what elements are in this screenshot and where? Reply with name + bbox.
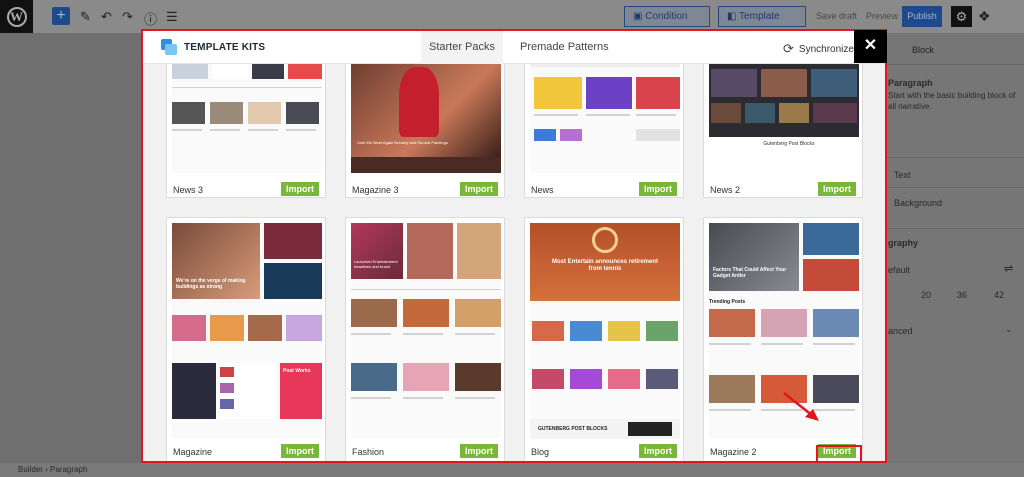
synchronize-label: Synchronize <box>798 43 854 55</box>
template-thumbnail: Factors That Could Affect Your Gadget An… <box>709 223 859 439</box>
condition-label: Condition <box>645 11 688 22</box>
sidebar-divider <box>886 157 1024 158</box>
template-thumbnail: We're on the verge of making buildings a… <box>172 223 322 439</box>
tab-premade-patterns[interactable]: Premade Patterns <box>506 31 623 64</box>
sidebar-typography-title: graphy <box>888 238 919 248</box>
undo-icon[interactable]: ↶ <box>101 9 112 25</box>
template-card-magazine-3[interactable]: Until We Meet Again Dreamy And Surreal P… <box>345 64 505 198</box>
template-name: News <box>531 185 554 195</box>
modal-header: TEMPLATE KITS Starter Packs Premade Patt… <box>143 30 887 64</box>
font-size-option-1[interactable]: 20 <box>921 290 931 300</box>
import-button[interactable]: Import <box>281 444 319 458</box>
thumb-headline: Factors That Could Affect Your Gadget An… <box>713 267 787 279</box>
template-name: Fashion <box>352 447 385 457</box>
chevron-down-icon[interactable]: ⌄ <box>1005 324 1013 335</box>
synchronize-button[interactable]: ⟳ Synchronize <box>783 41 854 57</box>
thumb-headline: Most Entertain announces retirement from… <box>551 259 659 272</box>
template-name: Magazine <box>173 447 213 457</box>
sidebar-advanced-title[interactable]: anced <box>888 326 913 336</box>
template-grid[interactable]: News 3 Import Until We Meet Again Dreamy… <box>143 64 885 461</box>
template-kits-logo-icon <box>161 39 177 55</box>
breadcrumb-item[interactable]: Paragraph <box>50 465 87 474</box>
template-thumbnail: Until We Meet Again Dreamy And Surreal P… <box>351 64 501 173</box>
sidebar-paragraph-title: Paragraph <box>888 78 933 88</box>
template-thumbnail: Most Entertain announces retirement from… <box>530 223 680 439</box>
template-name: News 2 <box>710 185 741 195</box>
template-name: News 3 <box>173 185 204 195</box>
template-card-fashion[interactable]: Launched Entertainment headlines and bra… <box>345 217 505 461</box>
font-size-option-2[interactable]: 36 <box>957 290 967 300</box>
import-button[interactable]: Import <box>281 182 319 196</box>
import-button[interactable]: Import <box>639 182 677 196</box>
thumb-brand: Post Works <box>283 368 311 374</box>
save-draft-button[interactable]: Save draft <box>816 11 857 21</box>
import-button[interactable]: Import <box>818 182 856 196</box>
template-kits-button[interactable]: ◧ Template Kits <box>718 6 806 41</box>
template-card-news[interactable]: News Import <box>524 64 684 198</box>
kit-apps-icon[interactable]: ❖ <box>978 8 991 25</box>
thumb-headline: We're on the verge of making buildings a… <box>176 278 246 290</box>
breadcrumb: Builder › Paragraph <box>0 463 1024 477</box>
template-card-news-3[interactable]: News 3 Import <box>166 64 326 198</box>
thumb-headline: Until We Meet Again Dreamy And Surreal P… <box>357 140 448 145</box>
preview-button[interactable]: Preview <box>866 11 898 21</box>
template-card-magazine-2[interactable]: Factors That Could Affect Your Gadget An… <box>703 217 863 461</box>
sidebar-divider <box>886 187 1024 188</box>
template-name: Magazine 2 <box>710 447 757 457</box>
sidebar-divider <box>886 228 1024 229</box>
sliders-icon[interactable]: ⇌ <box>1004 262 1013 275</box>
thumb-section-title: Trending Posts <box>709 299 746 305</box>
import-highlight-box <box>816 445 862 461</box>
font-size-option-3[interactable]: 42 <box>994 290 1004 300</box>
info-icon[interactable]: ⓘ <box>144 9 157 28</box>
template-thumbnail <box>530 64 680 173</box>
sync-icon: ⟳ <box>783 41 794 56</box>
template-thumbnail <box>172 64 322 173</box>
template-card-magazine[interactable]: We're on the verge of making buildings a… <box>166 217 326 461</box>
thumb-headline: Launched Entertainment headlines and bra… <box>354 259 398 269</box>
template-card-news-2[interactable]: Gutenberg Post Blocks News 2 Import <box>703 64 863 198</box>
template-name: Magazine 3 <box>352 185 399 195</box>
wordpress-logo-icon[interactable]: W <box>0 0 33 33</box>
import-button[interactable]: Import <box>639 444 677 458</box>
editor-canvas <box>0 33 141 466</box>
template-name: Blog <box>531 447 550 457</box>
sidebar-font-size-default: efault <box>888 265 911 275</box>
close-button[interactable]: ✕ <box>854 30 887 63</box>
publish-button[interactable]: Publish <box>902 6 942 27</box>
sidebar-tab-block[interactable]: Block <box>912 45 934 55</box>
template-kits-modal: TEMPLATE KITS Starter Packs Premade Patt… <box>141 29 887 463</box>
condition-icon: ▣ <box>633 11 646 22</box>
tab-starter-packs[interactable]: Starter Packs <box>421 31 503 64</box>
template-thumbnail: Gutenberg Post Blocks <box>709 64 859 173</box>
template-card-blog[interactable]: Most Entertain announces retirement from… <box>524 217 684 461</box>
import-button[interactable]: Import <box>460 444 498 458</box>
sidebar-divider <box>886 64 1024 65</box>
list-view-icon[interactable]: ☰ <box>166 9 178 25</box>
thumb-footer-text: GUTENBERG POST BLOCKS <box>538 426 608 432</box>
sidebar-paragraph-desc: Start with the basic building block of <box>888 91 1016 100</box>
template-thumbnail: Launched Entertainment headlines and bra… <box>351 223 501 439</box>
sidebar-text-color[interactable]: Text <box>894 170 911 180</box>
sidebar-background-color[interactable]: Background <box>894 198 942 208</box>
template-kits-icon: ◧ <box>727 11 740 22</box>
pencil-icon[interactable]: ✎ <box>80 9 91 25</box>
sidebar-paragraph-desc-2: all narrative. <box>888 102 932 111</box>
breadcrumb-item[interactable]: Builder <box>18 465 43 474</box>
redo-icon[interactable]: ↷ <box>122 9 133 25</box>
thumb-brand: Gutenberg Post Blocks <box>763 141 815 147</box>
modal-title: TEMPLATE KITS <box>184 42 266 53</box>
condition-button[interactable]: ▣ Condition <box>624 6 710 27</box>
import-button[interactable]: Import <box>460 182 498 196</box>
add-block-button[interactable]: + <box>52 7 70 25</box>
settings-gear-icon[interactable]: ⚙ <box>951 6 972 27</box>
